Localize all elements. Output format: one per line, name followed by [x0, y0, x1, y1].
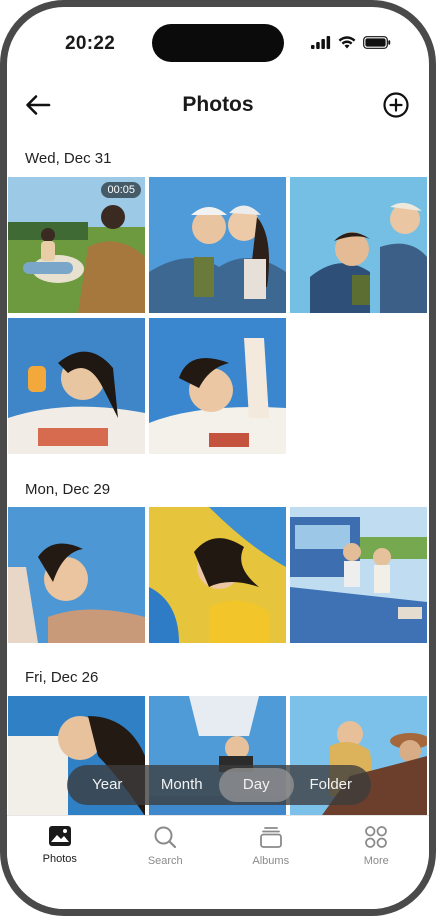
video-duration-badge: 00:05: [101, 182, 141, 198]
status-icons: [311, 36, 391, 49]
photo-thumbnail[interactable]: [8, 507, 145, 643]
tab-label: Albums: [252, 855, 290, 867]
tab-label: More: [363, 855, 389, 867]
photo-image: [8, 318, 145, 454]
tab-albums[interactable]: Albums: [218, 816, 324, 909]
search-icon: [154, 826, 177, 849]
tab-more[interactable]: More: [324, 816, 430, 909]
signal-icon: [311, 36, 331, 49]
header: Photos: [7, 85, 429, 125]
add-button[interactable]: [381, 90, 411, 120]
view-mode-month[interactable]: Month: [145, 768, 220, 802]
photo-image: [290, 177, 427, 313]
section-date-label: Wed, Dec 31: [25, 150, 112, 167]
phone-frame: 20:22 Photos Wed, Dec 31 00:05 Mon, Dec …: [0, 0, 436, 916]
tab-label: Search: [147, 855, 183, 867]
photo-thumbnail[interactable]: [290, 177, 427, 313]
more-grid-icon: [365, 826, 388, 848]
tab-search[interactable]: Search: [113, 816, 219, 909]
view-mode-switcher: Year Month Day Folder: [67, 765, 371, 805]
photo-thumbnail[interactable]: [149, 177, 286, 313]
wifi-icon: [338, 36, 356, 49]
section-date-label: Mon, Dec 29: [25, 481, 111, 498]
tab-photos[interactable]: Photos: [7, 816, 113, 909]
screen: 20:22 Photos Wed, Dec 31 00:05 Mon, Dec …: [7, 7, 429, 909]
photo-thumbnail[interactable]: [8, 696, 145, 832]
status-time: 20:22: [65, 33, 116, 54]
photo-image: [8, 507, 145, 643]
view-mode-year[interactable]: Year: [70, 768, 145, 802]
photo-thumbnail[interactable]: [290, 507, 427, 643]
photo-image: [149, 318, 286, 454]
photo-thumbnail[interactable]: [149, 507, 286, 643]
photos-icon: [48, 826, 71, 846]
photo-image: [8, 696, 145, 832]
bottom-tab-bar: Photos Search Albums More: [7, 815, 429, 909]
dynamic-island: [152, 24, 284, 62]
photo-image: [149, 177, 286, 313]
photo-thumbnail[interactable]: [149, 696, 286, 832]
photo-thumbnail[interactable]: [290, 696, 427, 832]
page-title: Photos: [182, 93, 254, 116]
status-bar: 20:22: [7, 7, 429, 77]
view-mode-folder[interactable]: Folder: [294, 768, 369, 802]
photo-thumbnail[interactable]: [149, 318, 286, 454]
photo-thumbnail[interactable]: [8, 318, 145, 454]
plus-circle-icon: [383, 92, 409, 118]
photo-thumbnail[interactable]: 00:05: [8, 177, 145, 313]
view-mode-day[interactable]: Day: [219, 768, 294, 802]
battery-icon: [363, 36, 391, 49]
photo-image: [149, 507, 286, 643]
tab-label: Photos: [42, 853, 77, 865]
section-date-label: Fri, Dec 26: [25, 669, 99, 686]
photo-image: [290, 507, 427, 643]
photo-image: [290, 696, 427, 832]
photo-image: [149, 696, 286, 832]
albums-icon: [259, 827, 282, 848]
